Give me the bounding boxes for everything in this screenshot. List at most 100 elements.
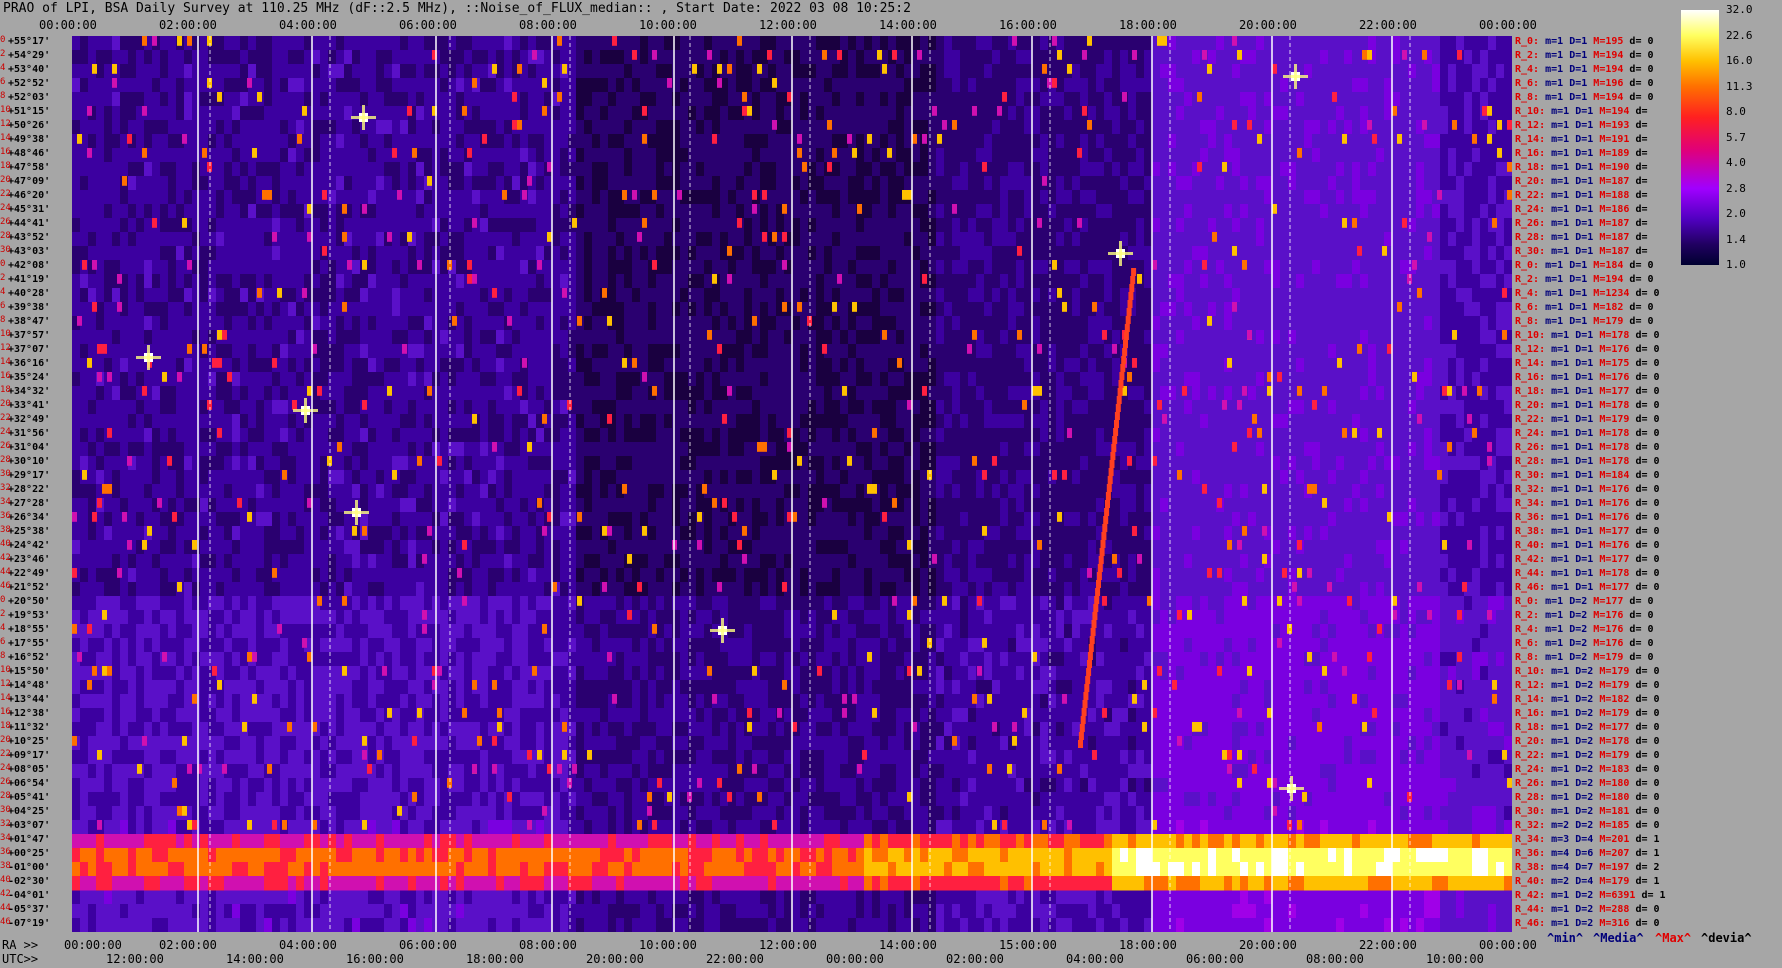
- heatmap-cell: [160, 778, 168, 793]
- top-tick-label: 08:00:00: [519, 18, 577, 32]
- heatmap-cell: [152, 568, 160, 583]
- heatmap-cell: [208, 442, 216, 457]
- heatmap-cell: [656, 120, 664, 135]
- heatmap-cell: [416, 736, 424, 751]
- heatmap-cell: [472, 316, 480, 331]
- heatmap-cell: [664, 204, 672, 219]
- heatmap-cell: [656, 246, 664, 261]
- heatmap-cell: [216, 176, 224, 191]
- heatmap-cell: [208, 50, 216, 65]
- heatmap-cell: [448, 190, 456, 205]
- heatmap-cell: [624, 232, 632, 247]
- heatmap-cell: [400, 372, 408, 387]
- heatmap-cell: [488, 134, 496, 149]
- heatmap-cell: [512, 554, 520, 569]
- heatmap-cell: [616, 148, 624, 163]
- heatmap-cell: [248, 582, 256, 597]
- heatmap-cell: [160, 582, 168, 597]
- heatmap-cell: [232, 694, 240, 709]
- heatmap-cell: [520, 680, 528, 695]
- heatmap-cell: [648, 778, 656, 793]
- heatmap-cell: [304, 764, 312, 779]
- heatmap-cell: [200, 456, 208, 471]
- heatmap-cell: [112, 750, 120, 765]
- heatmap-cell: [448, 92, 456, 107]
- heatmap-cell: [648, 596, 656, 611]
- heatmap-cell: [552, 680, 560, 695]
- heatmap-cell: [208, 302, 216, 317]
- heatmap-cell: [280, 778, 288, 793]
- heatmap-cell: [144, 778, 152, 793]
- heatmap-cell: [344, 568, 352, 583]
- heatmap-cell: [208, 106, 216, 121]
- heatmap-cell: [368, 750, 376, 765]
- heatmap-cell: [480, 162, 488, 177]
- heatmap-cell: [256, 568, 264, 583]
- heatmap-cell: [592, 652, 600, 667]
- heatmap-cell: [224, 526, 232, 541]
- heatmap-cell: [568, 470, 576, 485]
- heatmap-cell: [224, 708, 232, 723]
- heatmap-cell: [336, 806, 344, 821]
- heatmap-cell: [272, 456, 280, 471]
- heatmap-cell: [496, 204, 504, 219]
- heatmap-cell: [608, 456, 616, 471]
- heatmap-cell: [560, 330, 568, 345]
- heatmap-cell: [440, 764, 448, 779]
- heatmap-cell: [544, 610, 552, 625]
- heatmap-cell: [80, 918, 88, 932]
- heatmap-cell: [464, 162, 472, 177]
- heatmap-cell: [352, 540, 360, 555]
- heatmap-cell: [680, 764, 688, 779]
- heatmap-cell: [192, 568, 200, 583]
- heatmap-cell: [248, 498, 256, 513]
- heatmap-cell: [184, 638, 192, 653]
- heatmap-cell: [376, 820, 384, 835]
- heatmap-cell: [200, 372, 208, 387]
- heatmap-cell: [688, 498, 696, 513]
- heatmap-cell: [504, 204, 512, 219]
- heatmap-cell: [552, 610, 560, 625]
- heatmap-cell: [600, 610, 608, 625]
- heatmap-cell: [160, 554, 168, 569]
- heatmap-cell: [312, 498, 320, 513]
- heatmap-cell: [520, 736, 528, 751]
- heatmap-cell: [336, 750, 344, 765]
- heatmap-cell: [640, 722, 648, 737]
- heatmap-cell: [232, 162, 240, 177]
- heatmap-cell: [376, 624, 384, 639]
- heatmap-cell: [656, 134, 664, 149]
- heatmap-cell: [280, 92, 288, 107]
- heatmap-cell: [312, 582, 320, 597]
- heatmap-cell: [96, 204, 104, 219]
- heatmap-cell: [656, 526, 664, 541]
- heatmap-cell: [304, 218, 312, 233]
- heatmap-cell: [528, 568, 536, 583]
- heatmap-cell: [88, 218, 96, 233]
- heatmap-cell: [520, 442, 528, 457]
- heatmap-cell: [616, 582, 624, 597]
- heatmap-cell: [648, 36, 656, 51]
- heatmap-cell: [680, 778, 688, 793]
- heatmap-cell: [96, 624, 104, 639]
- heatmap-cell: [376, 806, 384, 821]
- heatmap-cell: [152, 204, 160, 219]
- heatmap-cell: [440, 190, 448, 205]
- heatmap-cell: [528, 358, 536, 373]
- heatmap-cell: [304, 806, 312, 821]
- heatmap-cell: [232, 470, 240, 485]
- heatmap-cell: [424, 568, 432, 583]
- heatmap-cell: [392, 428, 400, 443]
- heatmap-cell: [200, 302, 208, 317]
- heatmap-cell: [384, 330, 392, 345]
- heatmap-cell: [240, 302, 248, 317]
- heatmap-cell: [528, 610, 536, 625]
- heatmap-cell: [320, 764, 328, 779]
- heatmap-cell: [176, 414, 184, 429]
- heatmap-cell: [632, 288, 640, 303]
- heatmap-cell: [592, 330, 600, 345]
- heatmap-cell: [272, 652, 280, 667]
- heatmap-cell: [400, 288, 408, 303]
- heatmap-cell: [248, 904, 256, 919]
- heatmap-cell: [176, 456, 184, 471]
